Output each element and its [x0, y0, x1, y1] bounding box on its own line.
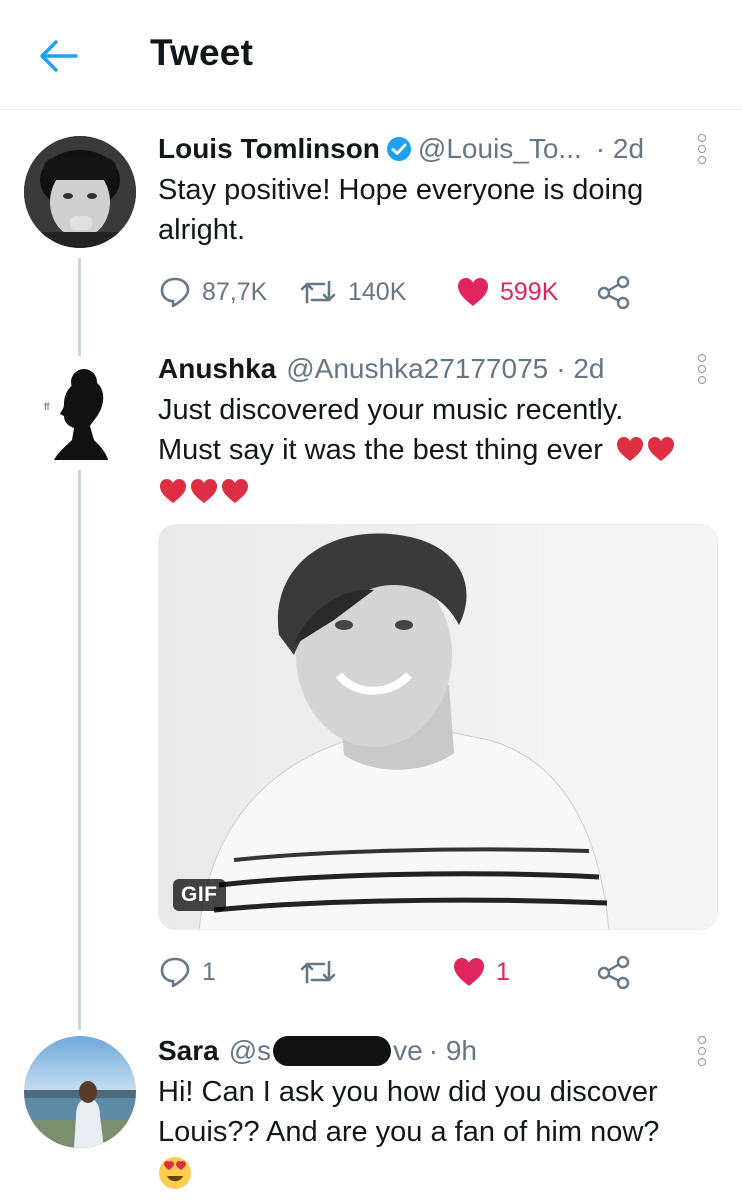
tweet-text: Stay positive! Hope everyone is doing al…: [158, 174, 644, 246]
avatar-silhouette: ff: [24, 356, 136, 468]
retweet-button[interactable]: [298, 950, 348, 994]
heart-emoji-icon: [222, 479, 248, 503]
gif-image: [159, 525, 717, 929]
heart-eyes-emoji-icon: [159, 1157, 191, 1189]
avatar[interactable]: [24, 136, 136, 248]
tweet-text-line: Just discovered your music recently.: [158, 394, 624, 426]
avatar[interactable]: ff: [24, 356, 136, 468]
share-icon: [597, 275, 630, 309]
reply-button[interactable]: 1: [158, 950, 216, 994]
more-options-button[interactable]: [690, 1032, 714, 1070]
tweet-time[interactable]: · 2d: [596, 133, 644, 165]
author-name[interactable]: Louis Tomlinson: [158, 133, 380, 165]
author-handle[interactable]: @Louis_To...: [418, 133, 582, 165]
avatar-photo: [24, 1036, 136, 1148]
author-name[interactable]: Sara: [158, 1035, 219, 1067]
heart-emoji-icon: [647, 437, 674, 461]
like-count: 1: [496, 957, 510, 986]
top-bar: Tweet: [0, 0, 742, 110]
share-button[interactable]: [596, 270, 632, 314]
verified-badge-icon: [386, 137, 411, 161]
gif-media[interactable]: GIF: [158, 524, 718, 930]
more-options-button[interactable]: [690, 350, 714, 388]
avatar-photo: [24, 136, 136, 248]
heart-filled-icon: [454, 958, 484, 986]
tweet-actions: 87,7K 140K 599K: [158, 270, 718, 314]
svg-text:ff: ff: [44, 402, 50, 413]
back-button[interactable]: [34, 34, 82, 78]
author-handle-end[interactable]: ve: [393, 1035, 423, 1067]
heart-emoji-icon: [191, 479, 217, 503]
author-handle[interactable]: @Anushka27177075: [286, 353, 548, 385]
tweet-actions: 1 1: [158, 950, 718, 994]
tweet-text-line: [158, 472, 718, 512]
retweet-icon: [300, 280, 336, 304]
retweet-icon: [300, 960, 336, 984]
like-button[interactable]: 1: [452, 950, 510, 994]
reply-count: 1: [202, 957, 216, 986]
thread-connector: [78, 258, 81, 356]
tweet-header: Louis Tomlinson @Louis_To... · 2d: [158, 130, 644, 168]
tweet-text: Hi! Can I ask you how did you discover L…: [158, 1072, 718, 1195]
arrow-left-icon: [40, 40, 78, 72]
share-button[interactable]: [596, 950, 632, 994]
author-handle-start[interactable]: @s: [229, 1035, 271, 1067]
tweet-text-segment: Must say it was the best thing ever: [158, 434, 603, 466]
heart-filled-icon: [458, 278, 488, 306]
retweet-count: 140K: [348, 277, 407, 306]
author-name[interactable]: Anushka: [158, 353, 276, 385]
heart-emoji-icon: [616, 437, 643, 461]
tweet-header: Anushka @Anushka27177075 · 2d: [158, 350, 604, 388]
reply-button[interactable]: 87,7K: [158, 270, 267, 314]
like-button[interactable]: 599K: [456, 270, 558, 314]
thread-connector: [78, 470, 81, 1030]
tweet-time[interactable]: · 9h: [429, 1035, 477, 1067]
tweet-header: Sara @s ve · 9h: [158, 1032, 477, 1070]
tweet-text-line: Must say it was the best thing ever: [158, 430, 718, 470]
like-count: 599K: [500, 277, 559, 306]
share-icon: [597, 955, 630, 989]
gif-badge: GIF: [173, 879, 226, 911]
reply-count: 87,7K: [202, 277, 268, 306]
tweet-text-body: Hi! Can I ask you how did you discover L…: [158, 1076, 660, 1148]
page-title: Tweet: [150, 32, 254, 73]
avatar[interactable]: [24, 1036, 136, 1148]
heart-emoji-icon: [160, 479, 186, 503]
more-options-button[interactable]: [690, 130, 714, 168]
tweet-text: Just discovered your music recently. Mus…: [158, 390, 718, 512]
redaction-bar: [273, 1036, 392, 1066]
reply-icon: [160, 277, 190, 308]
retweet-button[interactable]: 140K: [298, 270, 406, 314]
tweet-time[interactable]: · 2d: [556, 353, 604, 385]
reply-icon: [160, 957, 190, 988]
